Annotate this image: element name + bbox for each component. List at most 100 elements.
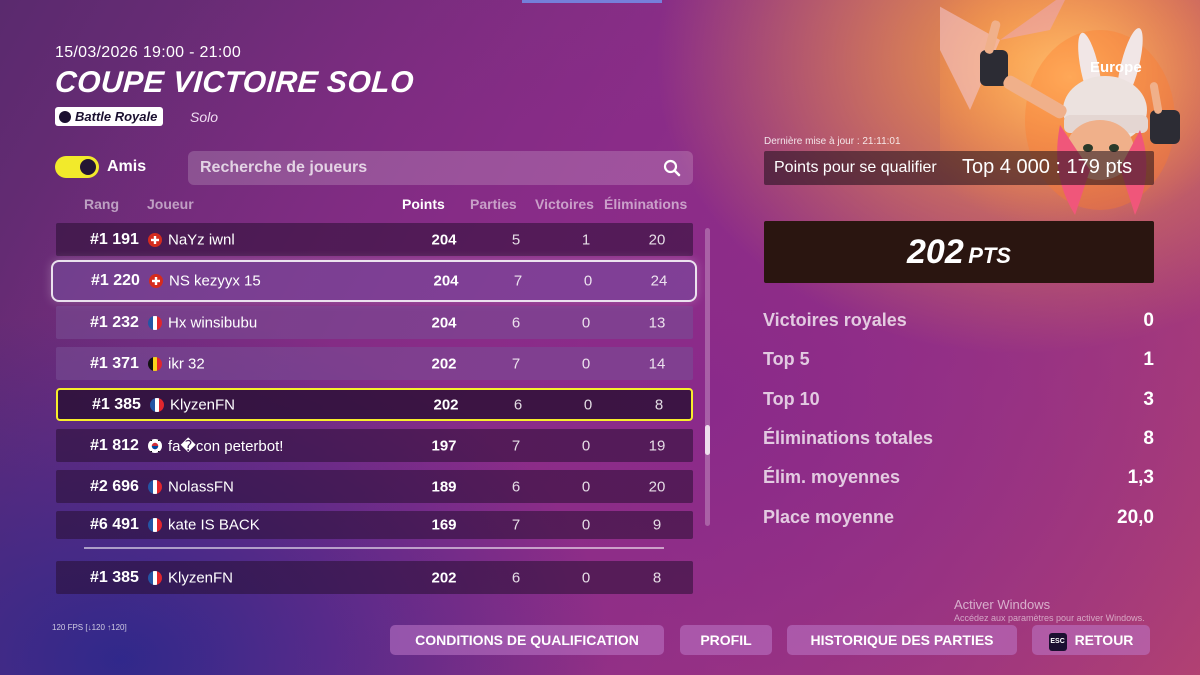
row-games: 5 bbox=[511, 231, 521, 248]
row-games: 6 bbox=[513, 396, 523, 413]
table-row[interactable]: #1 812 fa�con peterbot! 197 7 0 19 bbox=[56, 429, 693, 462]
flag-switzerland-icon bbox=[149, 274, 163, 288]
row-points: 202 bbox=[431, 569, 457, 586]
row-wins: 0 bbox=[581, 569, 591, 586]
flag-france-icon bbox=[148, 570, 162, 585]
row-points: 197 bbox=[431, 437, 457, 454]
row-rank: #1 385 bbox=[90, 568, 139, 586]
row-rank: #1 232 bbox=[90, 313, 139, 331]
back-button[interactable]: ESC RETOUR bbox=[1032, 625, 1150, 655]
row-games: 7 bbox=[511, 516, 521, 534]
col-header-games[interactable]: Parties bbox=[470, 196, 517, 212]
stat-label: Élim. moyennes bbox=[763, 467, 901, 487]
top-accent-strip bbox=[522, 0, 662, 3]
table-row[interactable]: #1 232 Hx winsibubu 204 6 0 13 bbox=[56, 306, 693, 339]
row-rank: #2 696 bbox=[90, 477, 139, 495]
qualify-label: Points pour se qualifier bbox=[774, 159, 937, 176]
row-rank: #1 812 bbox=[90, 436, 139, 454]
col-header-points[interactable]: Points bbox=[402, 196, 445, 212]
row-player: KlyzenFN bbox=[168, 569, 234, 586]
col-header-player: Joueur bbox=[147, 196, 194, 212]
row-wins: 0 bbox=[581, 437, 591, 454]
stat-value: 0 bbox=[1143, 310, 1154, 331]
total-points-value: 202 bbox=[907, 233, 964, 271]
back-button-label: RETOUR bbox=[1074, 632, 1134, 648]
col-header-elims[interactable]: Éliminations bbox=[604, 196, 687, 212]
flag-south-korea-icon bbox=[148, 438, 162, 453]
row-rank: #1 385 bbox=[92, 395, 141, 413]
total-points-unit: PTS bbox=[968, 243, 1011, 268]
row-rank: #6 491 bbox=[90, 516, 139, 533]
stat-value: 8 bbox=[1143, 428, 1154, 449]
windows-activation-subtitle: Accédez aux paramètres pour activer Wind… bbox=[954, 613, 1145, 623]
row-points: 204 bbox=[433, 272, 459, 290]
qualification-conditions-button[interactable]: CONDITIONS DE QUALIFICATION bbox=[390, 625, 664, 655]
row-elims: 20 bbox=[648, 231, 666, 248]
row-wins: 0 bbox=[583, 396, 593, 413]
row-points: 189 bbox=[431, 478, 457, 495]
flag-switzerland-icon bbox=[148, 232, 162, 247]
row-wins: 0 bbox=[581, 355, 591, 372]
row-points: 202 bbox=[433, 396, 459, 413]
stat-label: Éliminations totales bbox=[763, 428, 934, 448]
profile-button[interactable]: PROFIL bbox=[680, 625, 772, 655]
row-elims: 9 bbox=[652, 516, 662, 534]
table-row[interactable]: #2 696 NolassFN 189 6 0 20 bbox=[56, 470, 693, 503]
row-player: NaYz iwnl bbox=[168, 231, 235, 248]
row-player: Hx winsibubu bbox=[168, 314, 258, 331]
self-row[interactable]: #1 385 KlyzenFN 202 6 0 8 bbox=[56, 561, 693, 594]
col-header-wins[interactable]: Victoires bbox=[535, 196, 594, 212]
search-input[interactable]: Recherche de joueurs bbox=[188, 151, 693, 185]
scrollbar-thumb[interactable] bbox=[705, 425, 710, 455]
row-player: fa�con peterbot! bbox=[168, 437, 284, 455]
row-elims: 19 bbox=[648, 437, 666, 454]
search-placeholder: Recherche de joueurs bbox=[200, 159, 368, 176]
flag-france-icon bbox=[150, 397, 164, 412]
stat-value: 1 bbox=[1143, 349, 1154, 370]
table-row[interactable]: #1 191 NaYz iwnl 204 5 1 20 bbox=[56, 223, 693, 256]
fps-counter: 120 FPS [↓120 ↑120] bbox=[52, 623, 127, 632]
row-player: ikr 32 bbox=[168, 355, 205, 372]
row-wins: 0 bbox=[583, 272, 593, 290]
stat-value: 3 bbox=[1143, 389, 1154, 410]
row-elims: 8 bbox=[654, 396, 664, 413]
row-games: 7 bbox=[511, 437, 521, 454]
row-rank: #1 371 bbox=[90, 354, 139, 372]
row-rank: #1 220 bbox=[91, 272, 140, 289]
stat-label: Top 10 bbox=[763, 389, 820, 409]
flag-france-icon bbox=[148, 315, 162, 330]
row-elims: 24 bbox=[650, 272, 668, 290]
table-divider bbox=[84, 547, 664, 549]
match-history-button[interactable]: HISTORIQUE DES PARTIES bbox=[787, 625, 1017, 655]
character-artwork bbox=[940, 0, 1200, 220]
row-games: 7 bbox=[511, 355, 521, 372]
search-icon[interactable] bbox=[663, 159, 681, 177]
col-header-rank: Rang bbox=[84, 196, 119, 212]
row-player: NolassFN bbox=[168, 478, 234, 495]
scrollbar[interactable] bbox=[705, 228, 710, 526]
row-games: 6 bbox=[511, 478, 521, 495]
page-title: COUPE VICTOIRE SOLO bbox=[53, 66, 416, 99]
flag-france-icon bbox=[148, 518, 162, 532]
row-points: 169 bbox=[431, 516, 457, 534]
flag-france-icon bbox=[148, 479, 162, 494]
total-points: 202 PTS bbox=[764, 221, 1154, 283]
table-row[interactable]: #1 371 ikr 32 202 7 0 14 bbox=[56, 347, 693, 380]
stat-label: Place moyenne bbox=[763, 507, 895, 527]
table-row[interactable]: #6 491 kate IS BACK 169 7 0 9 bbox=[56, 511, 693, 539]
row-elims: 8 bbox=[652, 569, 662, 586]
qualify-threshold: Points pour se qualifier Top 4 000 : 179… bbox=[764, 151, 1154, 185]
badge-label: Battle Royale bbox=[75, 109, 158, 124]
row-points: 204 bbox=[431, 231, 457, 248]
esc-key-icon: ESC bbox=[1048, 633, 1067, 651]
friends-toggle[interactable] bbox=[55, 156, 99, 178]
stat-label: Victoires royales bbox=[763, 310, 907, 330]
windows-activation-title: Activer Windows bbox=[954, 597, 1051, 612]
battle-royale-icon bbox=[59, 110, 71, 123]
row-points: 204 bbox=[431, 314, 457, 331]
table-row-selected[interactable]: #1 385 KlyzenFN 202 6 0 8 bbox=[56, 388, 693, 421]
row-elims: 20 bbox=[648, 478, 666, 495]
table-row-hovered[interactable]: #1 220 NS kezyyx 15 204 7 0 24 bbox=[51, 260, 697, 302]
game-mode-badge: Battle Royale bbox=[55, 107, 164, 126]
friends-toggle-label: Amis bbox=[107, 158, 147, 175]
